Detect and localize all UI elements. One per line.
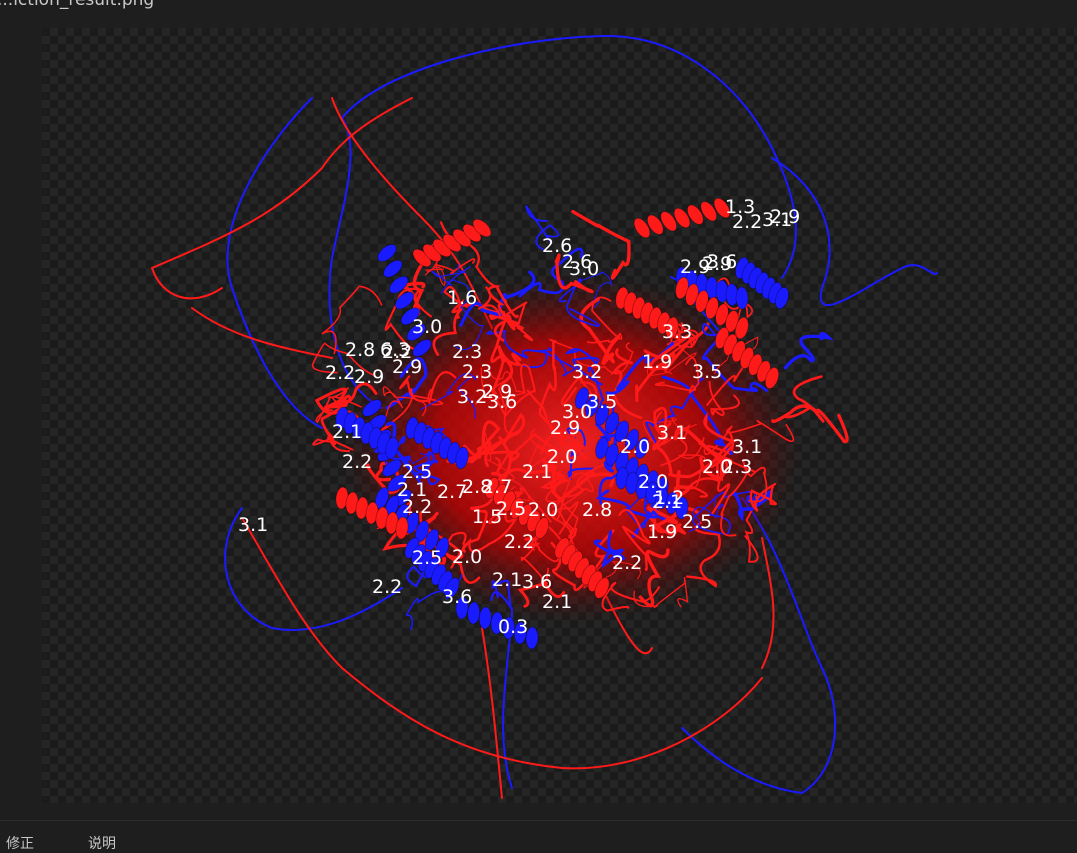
status-item-1[interactable]: 修正 <box>6 833 34 853</box>
distance-label: 2.5 <box>412 547 442 569</box>
distance-label: 2.7 <box>437 481 467 503</box>
distance-label: 2.8 <box>345 339 375 361</box>
distance-label: 3.2 <box>457 386 487 408</box>
distance-label: 2.9 <box>680 256 710 278</box>
red-loop-6 <box>191 307 333 359</box>
distance-label: 2.3 <box>722 456 752 478</box>
distance-label: 3.6 <box>522 571 552 593</box>
distance-label: 3.5 <box>692 361 722 383</box>
distance-label: 3.1 <box>657 422 687 444</box>
distance-label: 2.1 <box>542 591 572 613</box>
distance-label: 0.3 <box>498 616 528 638</box>
title-bar: ...iction_result.png <box>0 0 1077 20</box>
status-item-2[interactable]: 说明 <box>88 833 116 853</box>
distance-label: 2.0 <box>452 546 482 568</box>
distance-label: 2.0 <box>638 471 668 493</box>
distance-label: 3.6 <box>707 251 737 273</box>
distance-label: 3.5 <box>587 391 617 413</box>
distance-label: 3.3 <box>662 321 692 343</box>
red-helix-1 <box>633 197 731 239</box>
distance-label: 2.0 <box>528 499 558 521</box>
distance-label: 2.6 <box>562 251 592 273</box>
red-loop-0 <box>150 97 413 300</box>
distance-label: 2.2 <box>612 552 642 574</box>
status-bar: 修正 说明 <box>0 820 1077 852</box>
distance-label: 1.9 <box>642 351 672 373</box>
distance-label: 2.1 <box>522 461 552 483</box>
image-canvas[interactable]: 1.3 2.9 2.6 3.0 2.9 1.6 3.0 2.8 6.3 2.2 2.9 2.9 3.2 3… <box>42 28 1077 803</box>
distance-label: 3.1 <box>238 514 268 536</box>
blue-loop-1 <box>226 97 323 429</box>
distance-label: 2.2 <box>732 211 762 233</box>
distance-label: 2.5 <box>402 461 432 483</box>
distance-label: 2.9 <box>354 366 384 388</box>
distance-label: 2.7 <box>482 476 512 498</box>
distance-label: 3.0 <box>412 316 442 338</box>
window-title: ...iction_result.png <box>0 0 155 10</box>
distance-label: 2.3 <box>462 361 492 383</box>
distance-label: 2.2 <box>372 576 402 598</box>
core-strand <box>783 331 834 370</box>
distance-label: 2.1 <box>652 491 682 513</box>
distance-label: 3.1 <box>732 436 762 458</box>
red-loop-3 <box>481 627 503 799</box>
distance-label: 2.8 <box>582 499 612 521</box>
red-loop-5 <box>761 537 775 669</box>
distance-label: 1.9 <box>647 521 677 543</box>
distance-label: 2.5 <box>682 511 712 533</box>
protein-structure-image: 1.3 2.92.63.0 2.91.63.02.8 6.32.22.92.93.2 3… <box>150 34 938 799</box>
distance-label: 3.6 <box>442 586 472 608</box>
distance-label: 3.1 <box>762 209 792 231</box>
red-helix-0 <box>412 218 492 268</box>
distance-label: 1.5 <box>472 506 502 528</box>
distance-label: 2.2 <box>342 451 372 473</box>
distance-label: 2.9 <box>392 356 422 378</box>
distance-label: 1.6 <box>447 287 477 309</box>
distance-label: 2.2 <box>325 362 355 384</box>
distance-label: 2.1 <box>332 421 362 443</box>
distance-label: 2.3 <box>452 341 482 363</box>
distance-label: 2.1 <box>492 569 522 591</box>
distance-label: 2.0 <box>620 436 650 458</box>
distance-label: 2.2 <box>504 531 534 553</box>
distance-label: 2.2 <box>402 496 432 518</box>
distance-label: 3.2 <box>572 361 602 383</box>
distance-label: 3.6 <box>487 391 517 413</box>
